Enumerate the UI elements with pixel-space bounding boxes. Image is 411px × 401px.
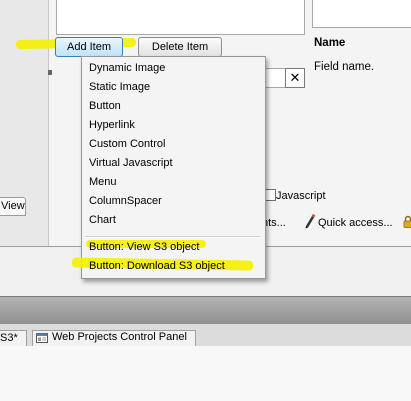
menu-item-hyperlink[interactable]: Hyperlink (89, 116, 135, 134)
tab-s3[interactable]: S3* (0, 330, 27, 347)
pencil-icon (305, 213, 316, 229)
menu-item-view-s3-object[interactable]: Button: View S3 object (89, 238, 199, 256)
menu-item-menu[interactable]: Menu (89, 173, 117, 191)
add-item-button[interactable]: Add Item (55, 37, 123, 57)
menu-item-virtual-javascript[interactable]: Virtual Javascript (89, 154, 173, 172)
name-column-header: Name (314, 37, 346, 49)
menu-item-column-spacer[interactable]: ColumnSpacer (89, 192, 162, 210)
view-tab[interactable]: View (0, 197, 26, 216)
close-icon[interactable]: ✕ (285, 68, 305, 88)
items-list-box[interactable] (56, 0, 305, 35)
menu-item-custom-control[interactable]: Custom Control (89, 135, 165, 153)
menu-item-download-s3-object[interactable]: Button: Download S3 object (89, 257, 225, 275)
toolbar-band (0, 296, 411, 325)
menu-item-button[interactable]: Button (89, 97, 121, 115)
menu-item-chart[interactable]: Chart (89, 211, 116, 229)
lock-icon (403, 215, 411, 228)
bottom-content-panel (0, 346, 411, 401)
javascript-label: Javascript (276, 190, 326, 202)
left-marker (48, 70, 52, 75)
properties-grid-box[interactable] (312, 0, 411, 28)
quick-access-link[interactable]: Quick access... (318, 217, 393, 229)
delete-item-button[interactable]: Delete Item (138, 37, 222, 57)
tab-web-projects-label: Web Projects Control Panel (52, 331, 187, 343)
menu-item-dynamic-image[interactable]: Dynamic Image (89, 59, 165, 77)
window-icon (36, 333, 48, 343)
menu-item-static-image[interactable]: Static Image (89, 78, 150, 96)
field-name-description: Field name. (314, 61, 375, 73)
